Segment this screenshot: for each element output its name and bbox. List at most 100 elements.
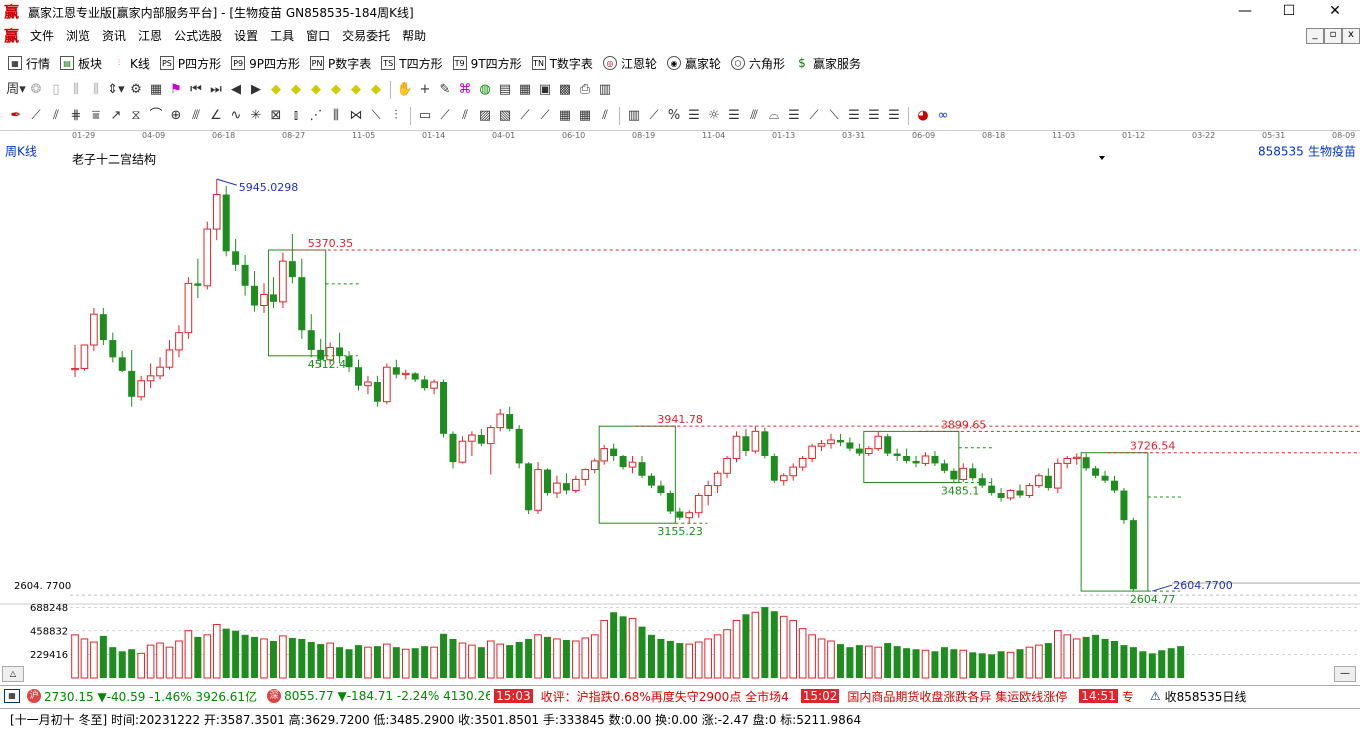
next-icon[interactable]: ▶ <box>246 80 266 100</box>
gear-tool-icon[interactable]: ⚙ <box>126 80 146 100</box>
globe-icon[interactable]: ◍ <box>475 80 495 100</box>
diamond-4-icon[interactable]: ◆ <box>326 80 346 100</box>
sun-icon[interactable]: ☼ <box>704 106 724 126</box>
pen-icon[interactable]: ✒ <box>6 106 26 126</box>
gann-tool-icon[interactable]: ⋈ <box>346 106 366 126</box>
menu-settings[interactable]: 设置 <box>228 24 264 48</box>
doc-tool-icon[interactable]: ▯ <box>46 80 66 100</box>
print-icon[interactable]: ⎙ <box>575 80 595 100</box>
toolbar-p-number-table-button[interactable]: PN P数字表 <box>310 55 371 72</box>
rect-tool-icon[interactable]: ▭ <box>415 106 435 126</box>
menu-help[interactable]: 帮助 <box>396 24 432 48</box>
trend-up-icon[interactable]: ⟋ <box>804 106 824 126</box>
comb-tool-icon[interactable]: ⫶ <box>386 106 406 126</box>
hand-icon[interactable]: ✋ <box>395 80 415 100</box>
crosshair-icon[interactable]: + <box>415 80 435 100</box>
pencil-icon[interactable]: ✎ <box>435 80 455 100</box>
toolbar-t-number-table-button[interactable]: TN T数字表 <box>531 55 593 72</box>
menu-gann[interactable]: 江恩 <box>132 24 168 48</box>
news-text-3[interactable]: 专 <box>1122 688 1134 705</box>
trend-down-icon[interactable]: ⟍ <box>824 106 844 126</box>
square-tool-icon[interactable]: ⊠ <box>266 106 286 126</box>
bars2-tool-icon[interactable]: ⫼ <box>86 80 106 100</box>
bars-tool-icon[interactable]: ⫼ <box>66 80 86 100</box>
diamond-2-icon[interactable]: ◆ <box>286 80 306 100</box>
ruler-icon[interactable]: ▥ <box>624 106 644 126</box>
diamond-3-icon[interactable]: ◆ <box>306 80 326 100</box>
calculator-icon[interactable]: ▦ <box>515 80 535 100</box>
flag-tool-icon[interactable]: ⚑ <box>166 80 186 100</box>
star-tool-icon[interactable]: ✳ <box>246 106 266 126</box>
diag-lines-icon[interactable]: ⫽ <box>595 106 615 126</box>
menu-file[interactable]: 文件 <box>24 24 60 48</box>
toolbar-hexagon-button[interactable]: ⬡ 六角形 <box>730 55 785 72</box>
sz-index-icon[interactable]: 深 <box>267 689 282 703</box>
infinity-icon[interactable]: ∞ <box>933 106 953 126</box>
grid-box-2-icon[interactable]: ▦ <box>575 106 595 126</box>
save-icon[interactable]: ▩ <box>555 80 575 100</box>
scroll-right-button[interactable]: — <box>1334 666 1356 682</box>
toolbar-t-square-button[interactable]: TS T四方形 <box>381 55 443 72</box>
maximize-button[interactable]: ☐ <box>1266 0 1312 24</box>
fan-line-2-icon[interactable]: ⫽ <box>455 106 475 126</box>
menu-formula[interactable]: 公式选股 <box>168 24 228 48</box>
export-icon[interactable]: ▥ <box>595 80 615 100</box>
menu-tools[interactable]: 工具 <box>264 24 300 48</box>
toolbar-p-square-button[interactable]: PS P四方形 <box>159 55 221 72</box>
angle-tool-icon[interactable]: ∠ <box>206 106 226 126</box>
minimize-button[interactable]: — <box>1222 0 1268 24</box>
news-text-2[interactable]: 国内商品期货收盘涨跌各异 集运欧线涨停 <box>847 688 1067 705</box>
percent-icon[interactable]: % <box>664 106 684 126</box>
speed-tool-icon[interactable]: ⋰ <box>306 106 326 126</box>
scroll-left-button[interactable]: △ <box>2 666 24 682</box>
line-tool-1-icon[interactable]: ⟋ <box>26 106 46 126</box>
toolbar-blocks-button[interactable]: ▤ 板块 <box>60 55 102 72</box>
levels-icon[interactable]: ☰ <box>684 106 704 126</box>
mdi-restore-button[interactable]: ▫ <box>1324 28 1342 44</box>
trend-tool-icon[interactable]: ⟋ <box>515 106 535 126</box>
menu-browse[interactable]: 浏览 <box>60 24 96 48</box>
menu-window[interactable]: 窗口 <box>300 24 336 48</box>
grid-tool-icon[interactable]: ▦ <box>146 80 166 100</box>
cross-select-icon[interactable]: ⇕▾ <box>106 80 126 100</box>
calendar-icon[interactable]: ▤ <box>495 80 515 100</box>
diamond-6-icon[interactable]: ◆ <box>366 80 386 100</box>
fib-fan-icon[interactable]: ⫻ <box>744 106 764 126</box>
cycle-tool-icon[interactable]: ⧖ <box>126 106 146 126</box>
parallel-tool-icon[interactable]: ⩸ <box>86 106 106 126</box>
news-text-1[interactable]: 收评：沪指跌0.68%再度失守2900点 全市场4 <box>541 688 789 705</box>
ruler-2-icon[interactable]: ⟋ <box>644 106 664 126</box>
vline-tool-icon[interactable]: ⫾ <box>286 106 306 126</box>
wave-tool-icon[interactable]: ∿ <box>226 106 246 126</box>
menu-trade[interactable]: 交易委托 <box>336 24 396 48</box>
prev-icon[interactable]: ◀ <box>226 80 246 100</box>
mdi-minimize-button[interactable]: _ <box>1306 28 1324 44</box>
mdi-close-button[interactable]: x <box>1342 28 1360 44</box>
toolbar-gann-wheel-button[interactable]: ◎ 江恩轮 <box>602 55 657 72</box>
arrow-tool-icon[interactable]: ↗ <box>106 106 126 126</box>
fib-arc-icon[interactable]: ⌓ <box>764 106 784 126</box>
fib-tool-icon[interactable]: ⫻ <box>186 106 206 126</box>
ray-tool-icon[interactable]: ⟍ <box>366 106 386 126</box>
trend-tool-2-icon[interactable]: ⟋ <box>535 106 555 126</box>
diamond-1-icon[interactable]: ◆ <box>266 80 286 100</box>
diamond-5-icon[interactable]: ◆ <box>346 80 366 100</box>
fib-levels-icon[interactable]: ☰ <box>844 106 864 126</box>
sh-index-icon[interactable]: 沪 <box>27 689 41 703</box>
levels-3-icon[interactable]: ☰ <box>784 106 804 126</box>
lasso-icon[interactable]: ⌘ <box>455 80 475 100</box>
bars-tool-2-icon[interactable]: ⫼ <box>326 106 346 126</box>
first-icon[interactable]: ⏮ <box>186 80 206 100</box>
hatch-tool-icon[interactable]: ▨ <box>475 106 495 126</box>
fib-levels-3-icon[interactable]: ☰ <box>884 106 904 126</box>
kline-chart[interactable]: 周K线 老子十二宫结构 858535 生物疫苗 688248 458832 2294… <box>0 142 1360 680</box>
fan-tool-icon[interactable]: ❂ <box>26 80 46 100</box>
toolbar-kline-button[interactable]: ⫶ K线 <box>112 55 150 72</box>
toolbar-9p-square-button[interactable]: P9 9P四方形 <box>231 55 300 72</box>
hatch-tool-2-icon[interactable]: ▧ <box>495 106 515 126</box>
fib-levels-2-icon[interactable]: ☰ <box>864 106 884 126</box>
color-wheel-icon[interactable]: ◕ <box>913 106 933 126</box>
channel-tool-icon[interactable]: ⋕ <box>66 106 86 126</box>
arc-tool-icon[interactable]: ⌒ <box>146 106 166 126</box>
line-tool-2-icon[interactable]: ⫽ <box>46 106 66 126</box>
